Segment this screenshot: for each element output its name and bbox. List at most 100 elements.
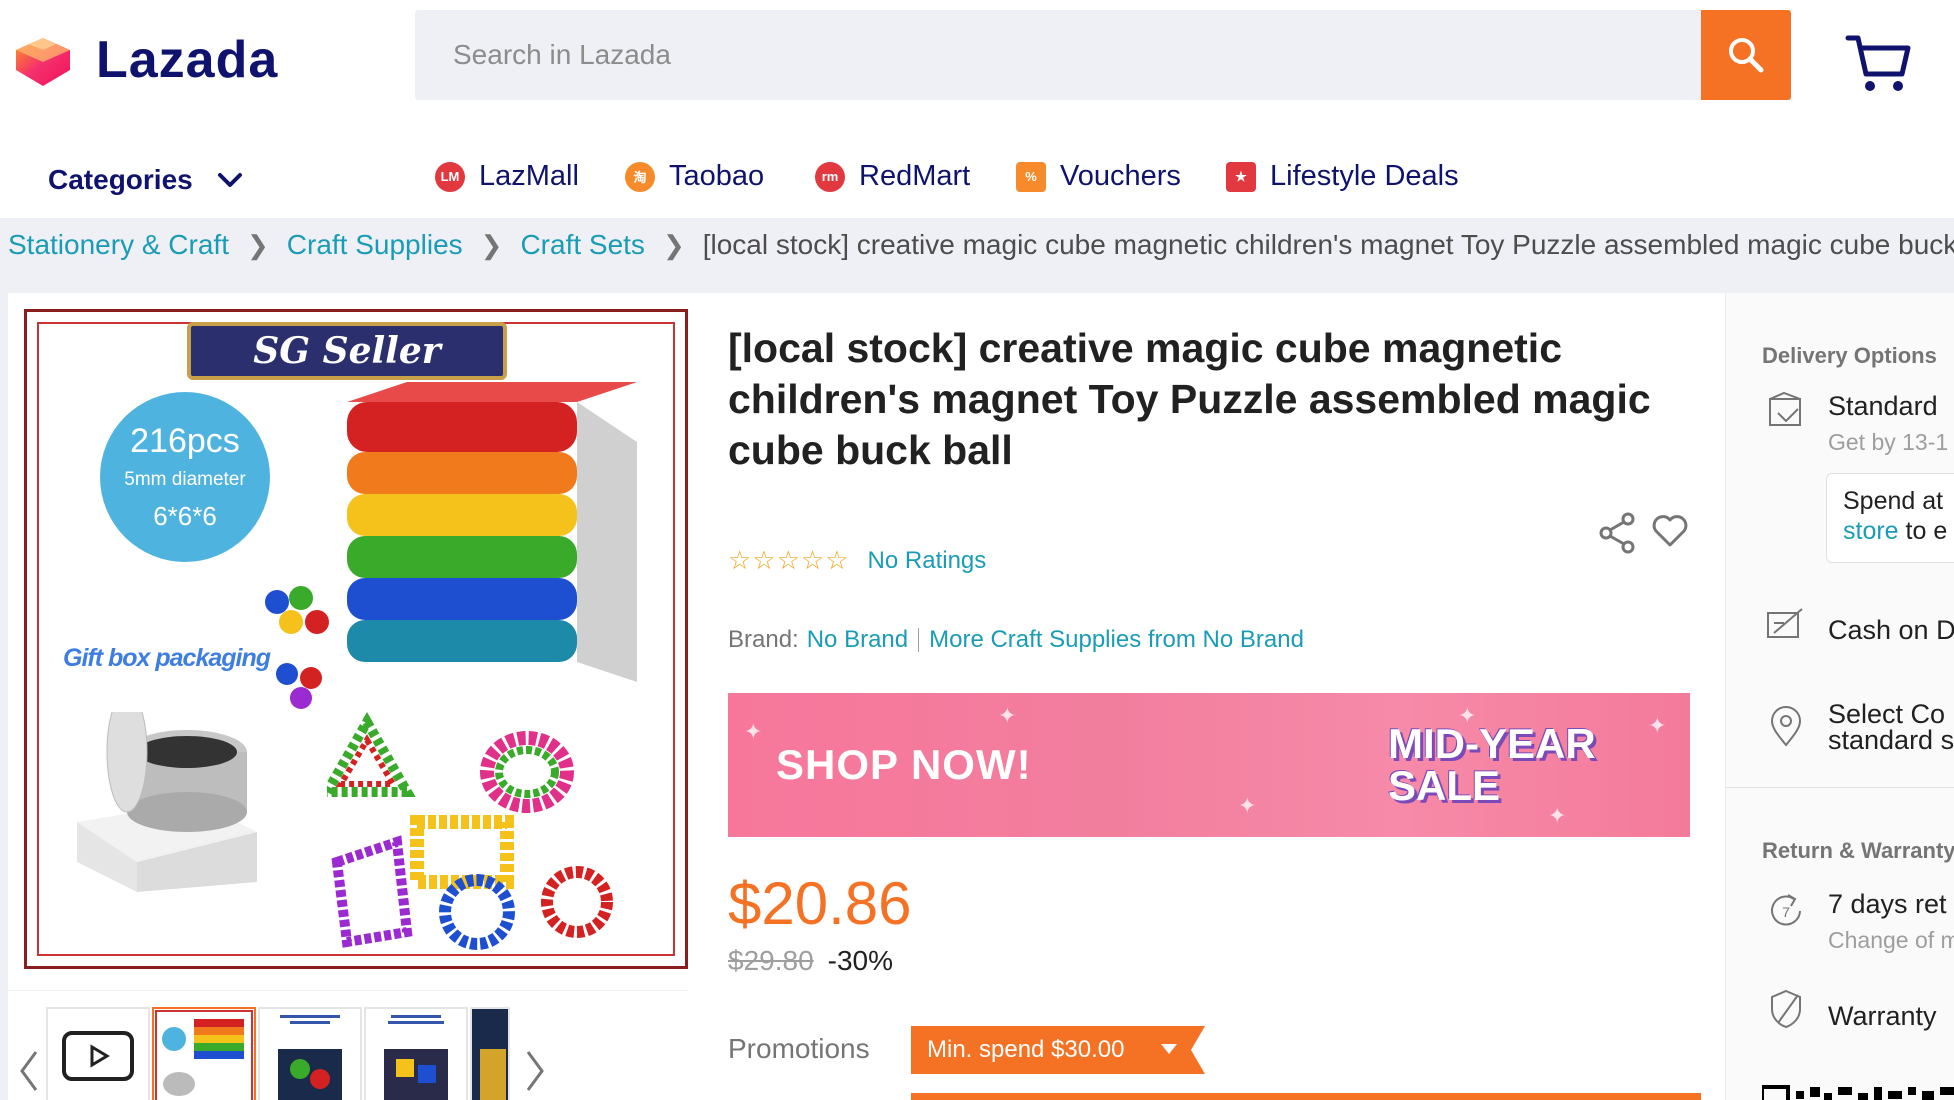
lazmall-icon: LM — [435, 161, 465, 192]
sale-line: SALE — [1388, 762, 1501, 809]
divider — [918, 628, 920, 652]
cash-on-delivery-icon — [1767, 608, 1803, 638]
nav-item-label: Vouchers — [1060, 160, 1181, 192]
vouchers-icon: % — [1016, 161, 1046, 192]
breadcrumb-link[interactable]: Craft Sets — [520, 229, 644, 261]
return-policy-title: 7 days ret — [1828, 889, 1947, 919]
thumbnail-image[interactable] — [152, 1007, 256, 1100]
delivery-box-icon — [1769, 391, 1801, 426]
search-bar — [415, 10, 1791, 100]
ball-shapes-illustration — [327, 712, 613, 950]
chevron-down-icon — [217, 173, 242, 187]
chevron-left-icon[interactable] — [14, 1046, 44, 1096]
nav-item-label: Lifestyle Deals — [1270, 160, 1459, 192]
mid-year-sale-banner[interactable]: ✦ ✦ ✦ ✦ ✦ ✦ SHOP NOW! MID-YEAR SALE — [728, 693, 1690, 837]
redmart-icon: rm — [815, 161, 845, 192]
sg-seller-banner: SG Seller — [187, 322, 507, 380]
nav-item-taobao[interactable]: 淘 Taobao — [625, 160, 764, 193]
cart-icon[interactable] — [1844, 30, 1914, 94]
shop-now-text: SHOP NOW! — [776, 741, 1032, 788]
lazada-logo[interactable]: Lazada — [8, 30, 278, 90]
warranty-text: Warranty — [1828, 1001, 1937, 1031]
product-card: SG Seller 216pcs 5mm diameter 6*6*6 Gift… — [8, 293, 1725, 1100]
return-warranty-heading: Return & Warranty — [1762, 838, 1954, 863]
mid-year-sale-text: MID-YEAR SALE — [1388, 723, 1596, 807]
search-button[interactable] — [1701, 10, 1791, 100]
gift-box-text: Gift box packaging — [63, 644, 271, 672]
select-collection-text: Select Co standard s — [1828, 699, 1954, 755]
nav-item-lazmall[interactable]: LM LazMall — [435, 160, 579, 193]
loose-balls-illustration — [265, 586, 329, 709]
store-link[interactable]: store — [1843, 517, 1899, 545]
nav-item-label: LazMall — [479, 160, 579, 192]
breadcrumb: Stationery & Craft ❯ Craft Supplies ❯ Cr… — [8, 225, 1954, 265]
thumbnail-strip — [8, 990, 688, 1100]
caret-down-icon — [1161, 1044, 1177, 1054]
main-nav: Categories LM LazMall 淘 Taobao rm RedMar… — [0, 150, 1954, 210]
breadcrumb-link[interactable]: Craft Supplies — [287, 229, 463, 261]
search-input[interactable] — [415, 10, 1701, 100]
current-price: $20.86 — [728, 870, 912, 937]
search-icon — [1729, 38, 1764, 73]
logo-text: Lazada — [96, 31, 279, 89]
original-price: $29.80 — [728, 945, 814, 976]
gift-tin-illustration — [77, 712, 257, 892]
sparkle-icon: ✦ — [1648, 713, 1667, 738]
spec-count: 216pcs — [130, 422, 240, 460]
more-from-brand-link[interactable]: More Craft Supplies from No Brand — [929, 626, 1304, 654]
play-icon — [62, 1031, 134, 1081]
warranty-shield-icon — [1771, 989, 1801, 1029]
thumbnail-image[interactable] — [470, 1007, 510, 1100]
free-shipping-tip: Spend at store to e — [1826, 473, 1954, 563]
thumbnail-image[interactable] — [258, 1007, 362, 1100]
ratings-row: ☆☆☆☆☆ No Ratings — [728, 545, 986, 576]
ratings-link[interactable]: No Ratings — [868, 547, 987, 575]
product-main-image[interactable]: SG Seller 216pcs 5mm diameter 6*6*6 Gift… — [24, 309, 688, 969]
spec-diameter: 5mm diameter — [124, 469, 246, 490]
breadcrumb-current: [local stock] creative magic cube magnet… — [702, 229, 1954, 260]
chevron-right-icon[interactable] — [520, 1046, 550, 1096]
mid-year-line: MID-YEAR — [1388, 720, 1596, 767]
brand-row: Brand: No Brand More Craft Supplies from… — [728, 626, 1304, 654]
brand-link[interactable]: No Brand — [807, 626, 908, 654]
spend-text: Spend at — [1843, 487, 1944, 515]
chevron-right-icon: ❯ — [480, 229, 503, 260]
product-title: [local stock] creative magic cube magnet… — [728, 325, 1651, 473]
nav-item-label: RedMart — [859, 160, 971, 192]
rating-stars-icon: ☆☆☆☆☆ — [728, 545, 850, 575]
taobao-icon: 淘 — [625, 161, 655, 192]
magnetic-ball-cube-illustration — [347, 382, 637, 682]
spec-size: 6*6*6 — [153, 501, 217, 531]
discount-percent: -30% — [827, 945, 894, 976]
voucher-label: Min. spend $30.00 — [911, 1026, 1181, 1074]
promotions-label: Promotions — [728, 1033, 870, 1064]
thumbnail-video[interactable] — [46, 1007, 150, 1100]
standard-delivery-title: Standard — [1828, 391, 1938, 421]
nav-item-redmart[interactable]: rm RedMart — [815, 160, 970, 193]
promotion-voucher-dropdown[interactable]: Min. spend $30.00 — [911, 1026, 1205, 1074]
delivery-options-heading: Delivery Options — [1762, 343, 1937, 368]
sparkle-icon: ✦ — [744, 719, 763, 744]
thumbnail-image[interactable] — [364, 1007, 468, 1100]
return-7-days-icon: 7 — [1771, 894, 1801, 926]
wishlist-heart-icon[interactable] — [1650, 511, 1690, 551]
share-icon[interactable] — [1598, 511, 1638, 555]
categories-dropdown[interactable]: Categories — [48, 164, 243, 196]
qr-code-icon — [1762, 1085, 1954, 1100]
brand-label: Brand: — [728, 626, 799, 653]
chevron-right-icon: ❯ — [662, 229, 685, 260]
select-line-1: Select Co — [1828, 699, 1946, 729]
nav-item-vouchers[interactable]: % Vouchers — [1016, 160, 1181, 193]
divider — [1726, 787, 1954, 788]
cash-on-delivery-text: Cash on D — [1828, 615, 1954, 645]
chevron-right-icon: ❯ — [246, 229, 269, 260]
add-to-cart-bar[interactable] — [911, 1093, 1701, 1100]
breadcrumb-link[interactable]: Stationery & Craft — [8, 229, 229, 261]
lifestyle-deals-icon: ★ — [1226, 161, 1256, 192]
select-line-2: standard s — [1828, 725, 1954, 755]
price-discount-row: $29.80 -30% — [728, 945, 893, 977]
spend-rest: to e — [1905, 517, 1948, 545]
nav-item-lifestyle-deals[interactable]: ★ Lifestyle Deals — [1226, 160, 1459, 193]
spend-row: store to e — [1843, 516, 1954, 546]
standard-delivery-date: Get by 13-1 — [1828, 429, 1949, 455]
